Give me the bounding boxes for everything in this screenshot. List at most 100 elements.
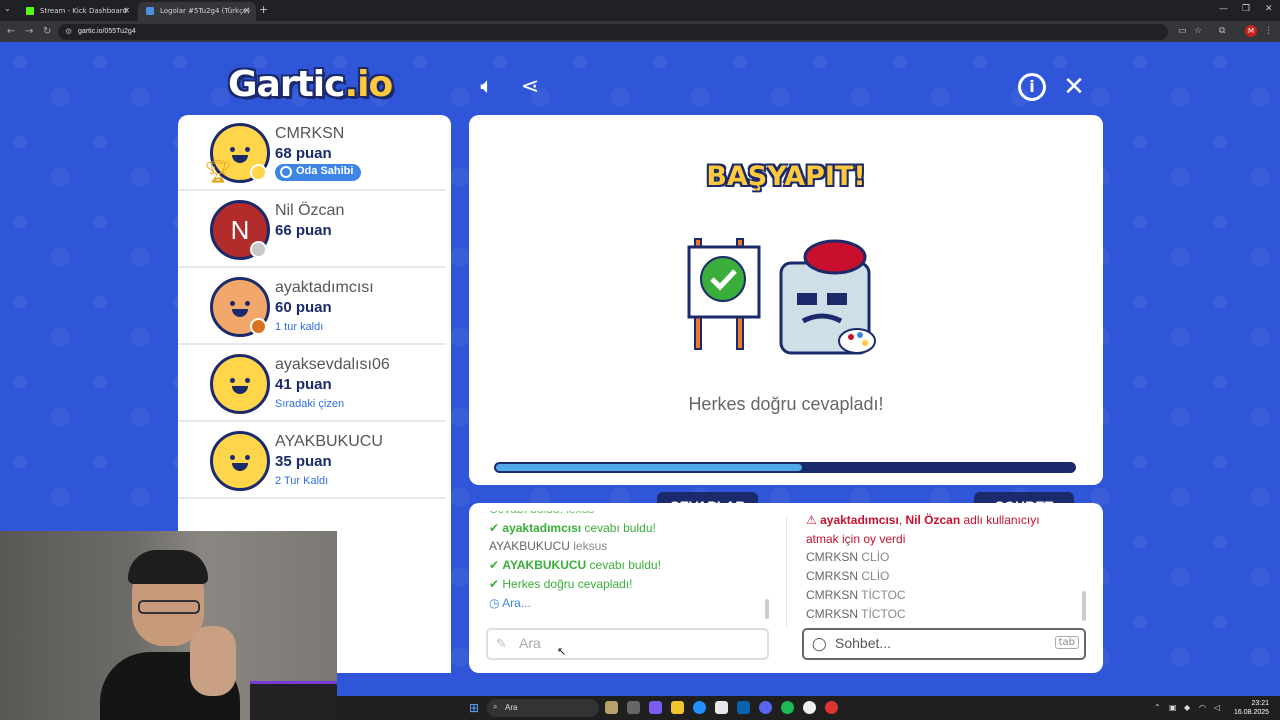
outlook-icon[interactable]	[737, 701, 750, 714]
taskbar-app-icon[interactable]	[825, 701, 838, 714]
file-explorer-icon[interactable]	[671, 701, 684, 714]
answers-scrollbar[interactable]	[765, 599, 769, 619]
message-row: CMRKSN TİCTOC	[806, 586, 1086, 605]
message-part: Herkes doğru cevapladı!	[502, 576, 633, 591]
profile-avatar[interactable]: M	[1245, 25, 1257, 37]
player-card[interactable]: ayaksevdalısı06 41 puan Sıradaki çizen	[178, 346, 446, 422]
tray-app-icon[interactable]: ◆	[1184, 703, 1190, 712]
chat-bubble-icon: ◯	[812, 637, 827, 652]
extensions-icon[interactable]: ⧉	[1219, 26, 1225, 36]
search-icon: ⌕	[493, 702, 498, 711]
close-window-icon[interactable]: ✕	[1265, 4, 1273, 14]
webcam-keyboard	[250, 681, 337, 720]
message-part: CLİO	[858, 550, 890, 565]
player-note: 2 Tur Kaldı	[275, 475, 329, 487]
pencil-icon: ✎	[496, 637, 507, 652]
restore-window-icon[interactable]: ❐	[1242, 4, 1250, 14]
message-row: Cevabı buldu! lexus	[489, 511, 769, 519]
spotify-icon[interactable]	[781, 701, 794, 714]
tab-search-icon[interactable]: ⌄	[4, 4, 11, 13]
message-part: ✔	[489, 576, 503, 591]
message-row: ⚠ ayaktadımcısı, Nil Özcan adlı kullanıc…	[806, 511, 1086, 530]
close-tab-icon[interactable]: ✕	[123, 6, 130, 15]
player-points: 35 puan	[275, 453, 332, 470]
volume-tray-icon[interactable]: ◁	[1214, 703, 1220, 712]
windows-start-icon[interactable]: ⊞	[469, 702, 481, 714]
player-points: 41 puan	[275, 376, 332, 393]
discord-icon[interactable]	[759, 701, 772, 714]
message-row: CMRKSN TİCTOC	[806, 605, 1086, 624]
message-part: ayaktadımcısı	[502, 520, 582, 535]
taskbar-search[interactable]: ⌕ Ara	[487, 699, 599, 717]
info-icon[interactable]: i	[1018, 73, 1046, 101]
player-card[interactable]: 🏆︎ CMRKSN 68 puan Oda Sahibi	[178, 115, 446, 191]
message-part: CMRKSN	[806, 569, 859, 584]
message-part: ✔	[489, 520, 503, 535]
panel-divider	[786, 517, 787, 627]
message-row: CMRKSN CLİO	[806, 567, 1086, 586]
message-part: AYAKBUKUCU	[489, 539, 570, 554]
browser-tab-kick[interactable]: Stream - Kick Dashboard ✕	[18, 2, 136, 21]
taskbar-clock[interactable]: 23:21 16.08.2025	[1234, 699, 1269, 717]
answers-log: Cevabı buldu! lexus ✔ ayaktadımcısı cevab…	[489, 511, 769, 625]
answer-input[interactable]	[519, 635, 719, 651]
message-part: ⚠	[806, 513, 821, 527]
tab-label: Logolar #5Tu2g4 (Türkçe)	[160, 7, 250, 15]
tray-app-icon[interactable]: ▣	[1169, 703, 1177, 712]
round-result-text: Herkes doğru cevapladı!	[688, 394, 884, 414]
chat-scrollbar[interactable]	[1082, 591, 1086, 621]
chrome-icon[interactable]	[803, 701, 816, 714]
browser-tab-bar: ⌄ Stream - Kick Dashboard ✕ Logolar #5Tu…	[0, 0, 1280, 21]
player-note: Sıradaki çizen	[275, 398, 345, 410]
status-dot	[250, 241, 267, 258]
cast-icon[interactable]: ▭	[1178, 26, 1187, 36]
browser-menu-icon[interactable]: ⋮	[1264, 26, 1273, 36]
message-part: cevabı buldu!	[586, 558, 661, 573]
url-text: gartic.io/055Tu2g4	[78, 28, 136, 35]
back-icon[interactable]: ←	[7, 26, 15, 37]
chat-input[interactable]	[835, 635, 1035, 651]
forward-icon[interactable]: →	[25, 26, 33, 37]
new-tab-button[interactable]: +	[259, 3, 268, 16]
task-view-icon[interactable]	[627, 701, 640, 714]
chat-input-box[interactable]: ◯ tab	[802, 628, 1086, 660]
edge-icon[interactable]	[693, 701, 706, 714]
address-bar[interactable]: ⚙ gartic.io/055Tu2g4	[58, 24, 1168, 40]
share-icon[interactable]: ⋖	[516, 73, 544, 101]
message-part: CMRKSN	[806, 606, 859, 621]
bookmark-star-icon[interactable]: ☆	[1194, 26, 1202, 36]
round-progress-fill	[496, 464, 803, 471]
message-row: ◷ Ara...	[489, 594, 769, 613]
player-card[interactable]: ayaktadımcısı 60 puan 1 tur kaldı	[178, 269, 446, 345]
message-part: CMRKSN	[806, 550, 859, 565]
status-dot	[250, 318, 267, 335]
taskbar-app-icon[interactable]	[649, 701, 662, 714]
message-part: ayaktadımcısı	[820, 513, 899, 527]
kick-favicon-icon	[26, 7, 34, 15]
message-row: ✔ ayaktadımcısı cevabı buldu!	[489, 519, 769, 538]
windows-taskbar: ⊞ ⌕ Ara ⌃ ▣ ◆ ◠ ◁ 23:21 16.08.2025	[337, 696, 1280, 720]
browser-tab-gartic[interactable]: Logolar #5Tu2g4 (Türkçe) ✕	[138, 2, 256, 21]
tray-overflow-icon[interactable]: ⌃	[1154, 703, 1161, 712]
player-note: 1 tur kaldı	[275, 321, 324, 333]
close-icon[interactable]: ✕	[1060, 73, 1088, 101]
message-row: ✔ AYAKBUKUCU cevabı buldu!	[489, 556, 769, 575]
minimize-window-icon[interactable]: —	[1219, 4, 1228, 14]
site-info-icon[interactable]: ⚙	[65, 27, 72, 36]
player-points: 66 puan	[275, 222, 332, 239]
player-card[interactable]: N Nil Özcan 66 puan	[178, 192, 446, 268]
reload-icon[interactable]: ↻	[43, 26, 51, 37]
gartic-logo: Gartic.io	[228, 64, 393, 105]
message-part: CLİO	[858, 569, 890, 584]
status-dot	[250, 164, 267, 181]
close-tab-icon[interactable]: ✕	[243, 6, 250, 15]
taskbar-app-icon[interactable]	[605, 701, 618, 714]
webcam-person	[100, 550, 240, 720]
volume-icon[interactable]: 🔈︎	[473, 73, 501, 101]
wifi-icon[interactable]: ◠	[1199, 703, 1206, 712]
player-card[interactable]: AYAKBUKUCU 35 puan 2 Tur Kaldı	[178, 423, 446, 499]
answer-input-box[interactable]: ✎	[486, 628, 769, 660]
message-row: atmak için oy verdi	[806, 530, 1086, 549]
store-icon[interactable]	[715, 701, 728, 714]
gartic-favicon-icon	[146, 7, 154, 15]
